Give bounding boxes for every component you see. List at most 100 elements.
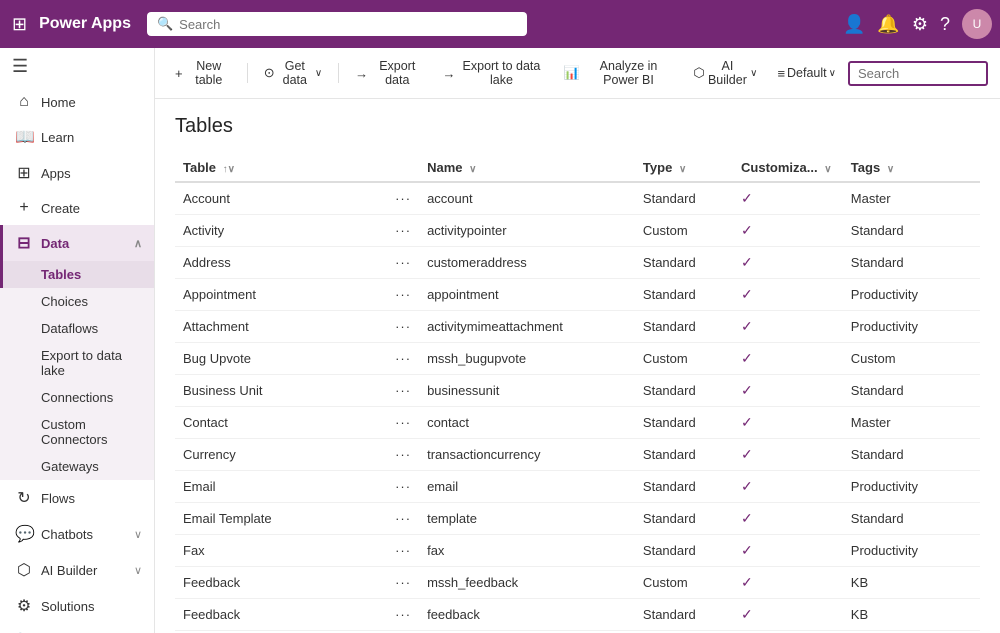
- cell-name-5: mssh_bugupvote: [419, 343, 635, 375]
- table-row: Account ··· account Standard ✓ Master: [175, 182, 980, 215]
- check-icon-3: ✓: [741, 286, 753, 302]
- cell-dots-6[interactable]: ···: [387, 375, 419, 407]
- cell-tags-11: Productivity: [843, 535, 980, 567]
- sort-tags-icon[interactable]: ∨: [887, 164, 894, 175]
- cell-table-9[interactable]: Email: [175, 471, 387, 503]
- sidebar-sub-export-data-lake[interactable]: Export to data lake: [0, 342, 154, 384]
- sort-table-icon[interactable]: ↑∨: [223, 164, 235, 175]
- cell-dots-9[interactable]: ···: [387, 471, 419, 503]
- cell-dots-0[interactable]: ···: [387, 182, 419, 215]
- cell-table-10[interactable]: Email Template: [175, 503, 387, 535]
- cell-table-3[interactable]: Appointment: [175, 279, 387, 311]
- new-table-button[interactable]: + New table: [167, 54, 239, 92]
- sidebar-item-devtools[interactable]: 🔧 DevTools ∨: [0, 624, 154, 633]
- sort-custom-icon[interactable]: ∨: [824, 164, 831, 175]
- col-header-type[interactable]: Type ∨: [635, 154, 733, 182]
- get-data-button[interactable]: ⊙ Get data ∨: [256, 54, 330, 92]
- home-icon: ⌂: [15, 93, 33, 111]
- analyze-power-bi-button[interactable]: 📊 Analyze in Power BI: [555, 54, 681, 92]
- sidebar-toggle[interactable]: ☰: [0, 48, 154, 85]
- cell-table-2[interactable]: Address: [175, 247, 387, 279]
- sidebar-item-apps[interactable]: ⊞ Apps: [0, 155, 154, 191]
- get-data-dropdown-icon: ∨: [315, 68, 322, 79]
- cell-table-12[interactable]: Feedback: [175, 567, 387, 599]
- help-icon[interactable]: ?: [940, 14, 950, 35]
- cell-dots-5[interactable]: ···: [387, 343, 419, 375]
- cell-dots-4[interactable]: ···: [387, 311, 419, 343]
- settings-icon[interactable]: ⚙: [912, 14, 928, 35]
- cell-table-4[interactable]: Attachment: [175, 311, 387, 343]
- check-icon-10: ✓: [741, 510, 753, 526]
- cell-dots-7[interactable]: ···: [387, 407, 419, 439]
- check-icon-1: ✓: [741, 222, 753, 238]
- cell-dots-2[interactable]: ···: [387, 247, 419, 279]
- sidebar-item-learn[interactable]: 📖 Learn: [0, 119, 154, 155]
- sidebar-sub-gateways[interactable]: Gateways: [0, 453, 154, 480]
- export-data-button[interactable]: → Export data: [347, 54, 430, 92]
- cell-name-13: feedback: [419, 599, 635, 631]
- export-data-lake-button[interactable]: → Export to data lake: [434, 54, 551, 92]
- top-search-input[interactable]: [179, 17, 517, 32]
- cell-table-8[interactable]: Currency: [175, 439, 387, 471]
- waffle-icon[interactable]: ⊞: [8, 10, 31, 39]
- tables-title: Tables: [175, 115, 980, 138]
- cell-table-5[interactable]: Bug Upvote: [175, 343, 387, 375]
- cell-table-7[interactable]: Contact: [175, 407, 387, 439]
- col-header-name[interactable]: Name ∨: [419, 154, 635, 182]
- sidebar-item-home[interactable]: ⌂ Home: [0, 85, 154, 119]
- cell-custom-13: ✓: [733, 599, 843, 631]
- cell-dots-8[interactable]: ···: [387, 439, 419, 471]
- people-icon[interactable]: 👤: [843, 14, 865, 35]
- col-header-customizable[interactable]: Customiza... ∨: [733, 154, 843, 182]
- cell-table-0[interactable]: Account: [175, 182, 387, 215]
- toolbar-search-box: [848, 61, 988, 86]
- cell-dots-11[interactable]: ···: [387, 535, 419, 567]
- cell-table-6[interactable]: Business Unit: [175, 375, 387, 407]
- sort-name-icon[interactable]: ∨: [469, 164, 476, 175]
- cell-tags-4: Productivity: [843, 311, 980, 343]
- cell-table-11[interactable]: Fax: [175, 535, 387, 567]
- sidebar-label-data: Data: [41, 236, 126, 251]
- cell-dots-13[interactable]: ···: [387, 599, 419, 631]
- sidebar-label-chatbots: Chatbots: [41, 527, 126, 542]
- chatbots-icon: 💬: [15, 524, 33, 544]
- sidebar-item-solutions[interactable]: ⚙ Solutions: [0, 588, 154, 624]
- cell-type-3: Standard: [635, 279, 733, 311]
- default-button[interactable]: ≡ Default ∨: [769, 61, 844, 86]
- cell-custom-12: ✓: [733, 567, 843, 599]
- cell-dots-12[interactable]: ···: [387, 567, 419, 599]
- table-row: Address ··· customeraddress Standard ✓ S…: [175, 247, 980, 279]
- cell-dots-1[interactable]: ···: [387, 215, 419, 247]
- cell-table-1[interactable]: Activity: [175, 215, 387, 247]
- avatar[interactable]: U: [962, 9, 992, 39]
- sidebar-sub-connections[interactable]: Connections: [0, 384, 154, 411]
- cell-dots-3[interactable]: ···: [387, 279, 419, 311]
- sort-type-icon[interactable]: ∨: [679, 164, 686, 175]
- sidebar-label-ai-builder: AI Builder: [41, 563, 126, 578]
- col-header-tags[interactable]: Tags ∨: [843, 154, 980, 182]
- choices-label: Choices: [41, 294, 88, 309]
- cell-dots-10[interactable]: ···: [387, 503, 419, 535]
- sidebar-item-chatbots[interactable]: 💬 Chatbots ∨: [0, 516, 154, 552]
- sidebar-item-ai-builder[interactable]: ⬡ AI Builder ∨: [0, 552, 154, 588]
- sidebar-sub-tables[interactable]: Tables: [0, 261, 154, 288]
- cell-tags-2: Standard: [843, 247, 980, 279]
- sidebar-item-data[interactable]: ⊟ Data ∧: [0, 225, 154, 261]
- col-header-table[interactable]: Table ↑∨: [175, 154, 387, 182]
- table-row: Business Unit ··· businessunit Standard …: [175, 375, 980, 407]
- top-nav: ⊞ Power Apps 🔍 👤 🔔 ⚙ ? U: [0, 0, 1000, 48]
- sidebar-sub-custom-connectors[interactable]: Custom Connectors: [0, 411, 154, 453]
- cell-name-8: transactioncurrency: [419, 439, 635, 471]
- toolbar: + New table ⊙ Get data ∨ → Export data →…: [155, 48, 1000, 99]
- sidebar-item-flows[interactable]: ↻ Flows: [0, 480, 154, 516]
- export-data-lake-label: Export to data lake: [459, 59, 543, 87]
- sidebar-item-create[interactable]: + Create: [0, 191, 154, 225]
- col-header-dots: [387, 154, 419, 182]
- sidebar-sub-choices[interactable]: Choices: [0, 288, 154, 315]
- sidebar-sub-dataflows[interactable]: Dataflows: [0, 315, 154, 342]
- ai-builder-button[interactable]: ⬡ AI Builder ∨: [685, 54, 765, 92]
- bell-icon[interactable]: 🔔: [877, 14, 899, 35]
- toolbar-search-input[interactable]: [858, 66, 978, 81]
- cell-table-13[interactable]: Feedback: [175, 599, 387, 631]
- cell-name-2: customeraddress: [419, 247, 635, 279]
